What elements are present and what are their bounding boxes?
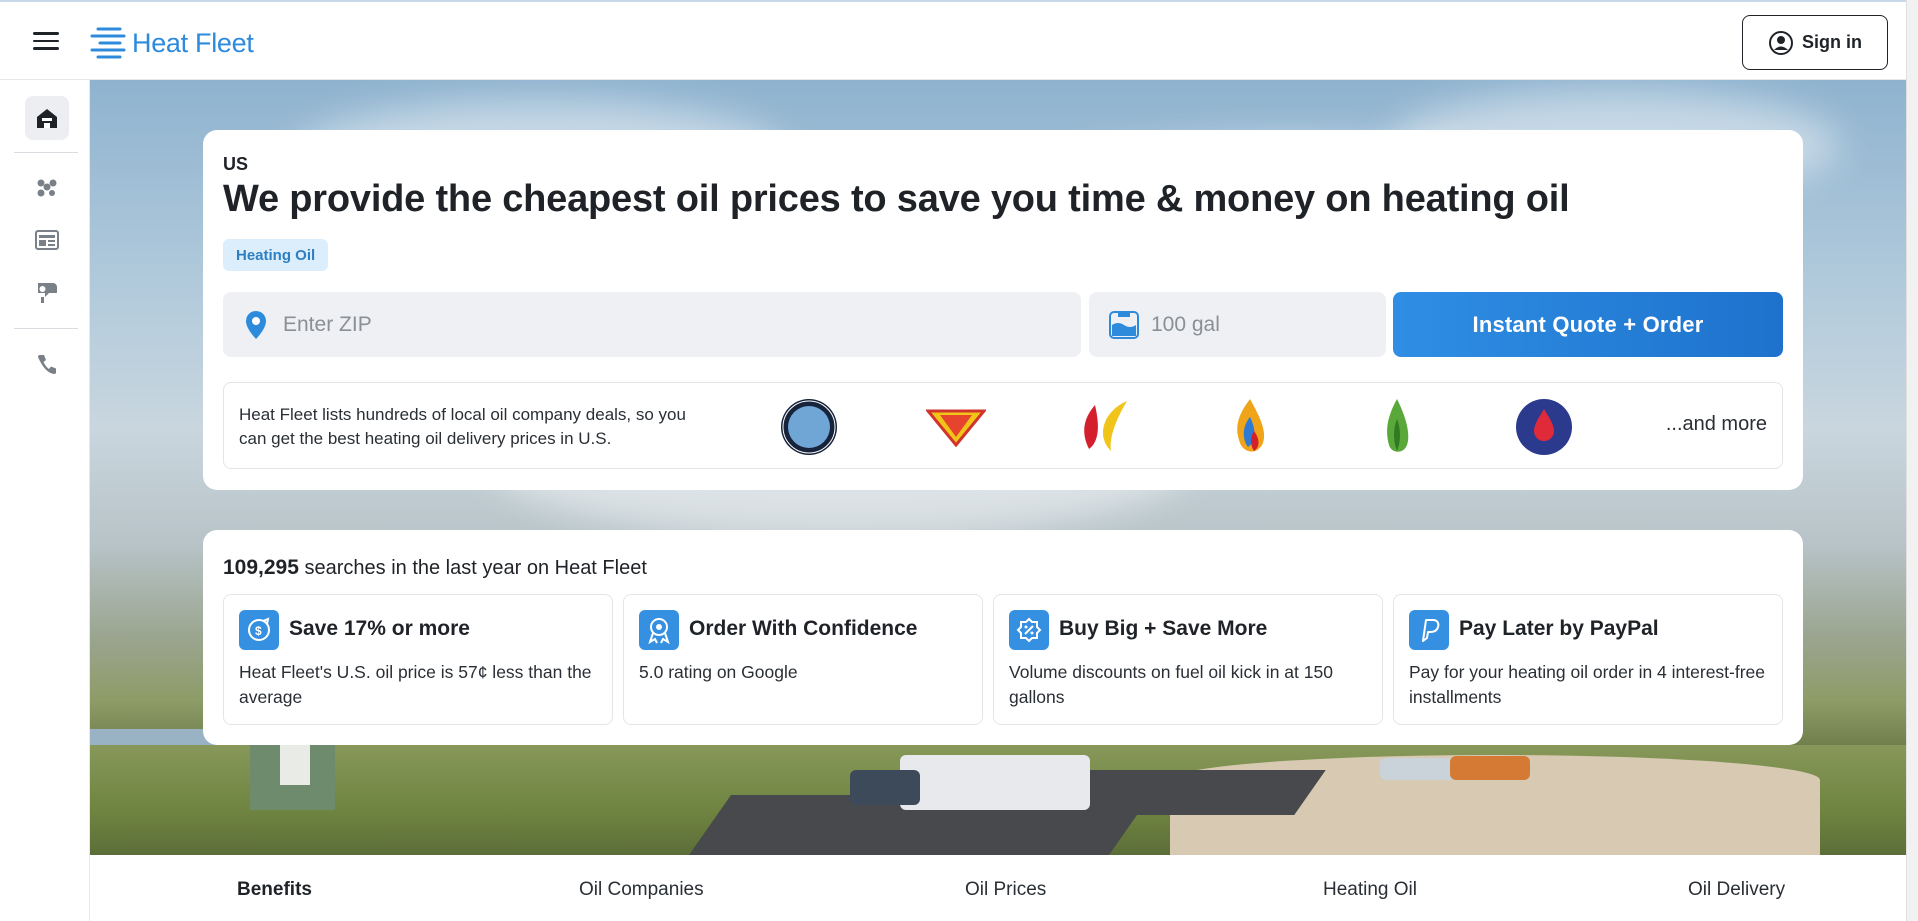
- rail-phone[interactable]: [25, 342, 69, 386]
- rail-learn[interactable]: [25, 270, 69, 314]
- tab-heating-oil[interactable]: Heating Oil: [1323, 879, 1417, 901]
- logo[interactable]: Heat Fleet: [90, 26, 254, 60]
- feature-paypal: Pay Later by PayPal Pay for your heating…: [1393, 594, 1783, 725]
- page-title: We provide the cheapest oil prices to sa…: [223, 178, 1570, 220]
- blue-drop-logo: [1514, 397, 1574, 457]
- stats-card: 109,295 searches in the last year on Hea…: [203, 530, 1803, 745]
- red-yellow-flame-logo: [1073, 397, 1133, 457]
- zip-input[interactable]: [283, 312, 883, 337]
- feature-description: Volume discounts on fuel oil kick in at …: [1009, 662, 1333, 707]
- feature-description: Pay for your heating oil order in 4 inte…: [1409, 662, 1766, 707]
- partner-logos-strip: Heat Fleet lists hundreds of local oil c…: [223, 382, 1783, 469]
- sign-in-button[interactable]: Sign in: [1742, 15, 1888, 70]
- feature-title: Pay Later by PayPal: [1459, 617, 1659, 640]
- country-label: US: [223, 154, 249, 174]
- learn-icon: [38, 283, 57, 303]
- paypal-icon: [1409, 610, 1449, 650]
- tab-oil-delivery[interactable]: Oil Delivery: [1688, 879, 1785, 901]
- rail-prices[interactable]: [25, 218, 69, 262]
- gallons-field[interactable]: [1089, 292, 1386, 357]
- zip-field[interactable]: [223, 292, 1081, 357]
- feature-save: $ Save 17% or more Heat Fleet's U.S. oil…: [223, 594, 613, 725]
- feature-confidence: Order With Confidence 5.0 rating on Goog…: [623, 594, 983, 725]
- feature-description: Heat Fleet's U.S. oil price is 57¢ less …: [239, 662, 592, 707]
- search-count: 109,295: [223, 556, 299, 579]
- green-flame-logo: [1367, 397, 1427, 457]
- feature-title: Buy Big + Save More: [1059, 617, 1268, 640]
- companies-icon: [37, 179, 57, 197]
- tab-benefits[interactable]: Benefits: [237, 879, 312, 901]
- fuel-type-chip[interactable]: Heating Oil: [223, 239, 329, 271]
- sign-in-label: Sign in: [1802, 32, 1862, 52]
- brand-name: Heat Fleet: [132, 27, 254, 58]
- phone-icon: [38, 355, 56, 374]
- peterson-logo: [779, 397, 839, 457]
- user-circle-icon: [1769, 30, 1793, 55]
- partners-description: Heat Fleet lists hundreds of local oil c…: [239, 405, 686, 448]
- tank-icon: [1109, 310, 1139, 339]
- feature-title: Order With Confidence: [689, 617, 918, 640]
- rail-divider: [14, 328, 78, 329]
- heat-fleet-logo-icon: [90, 27, 126, 59]
- tab-oil-prices[interactable]: Oil Prices: [965, 879, 1046, 901]
- feature-title: Save 17% or more: [289, 617, 470, 640]
- gallons-input[interactable]: [1151, 312, 1351, 337]
- rail-companies[interactable]: [25, 166, 69, 210]
- top-bar: Heat Fleet Sign in: [0, 0, 1918, 80]
- tab-oil-companies[interactable]: Oil Companies: [579, 879, 704, 901]
- left-rail: [0, 80, 90, 921]
- savings-icon: $: [239, 610, 279, 650]
- als-logo: [926, 397, 986, 457]
- rail-divider: [14, 152, 78, 153]
- multicolor-flame-logo: [1220, 397, 1280, 457]
- quote-card: US We provide the cheapest oil prices to…: [203, 130, 1803, 490]
- scrollbar[interactable]: [1906, 0, 1918, 921]
- award-icon: [639, 610, 679, 650]
- section-tabs: Benefits Oil Companies Oil Prices Heatin…: [90, 855, 1906, 921]
- location-pin-icon: [246, 310, 266, 339]
- hamburger-menu-icon[interactable]: [33, 32, 59, 52]
- feature-description: 5.0 rating on Google: [639, 662, 798, 682]
- discount-badge-icon: [1009, 610, 1049, 650]
- svg-text:$: $: [255, 624, 262, 638]
- prices-icon: [35, 230, 59, 250]
- and-more-link[interactable]: ...and more: [1666, 413, 1767, 436]
- rail-home[interactable]: [25, 96, 69, 140]
- instant-quote-button[interactable]: Instant Quote + Order: [1393, 292, 1783, 357]
- home-icon: [37, 109, 57, 128]
- search-count-suffix: searches in the last year on Heat Fleet: [304, 557, 647, 579]
- feature-buy-big: Buy Big + Save More Volume discounts on …: [993, 594, 1383, 725]
- search-count-heading: 109,295 searches in the last year on Hea…: [223, 556, 647, 580]
